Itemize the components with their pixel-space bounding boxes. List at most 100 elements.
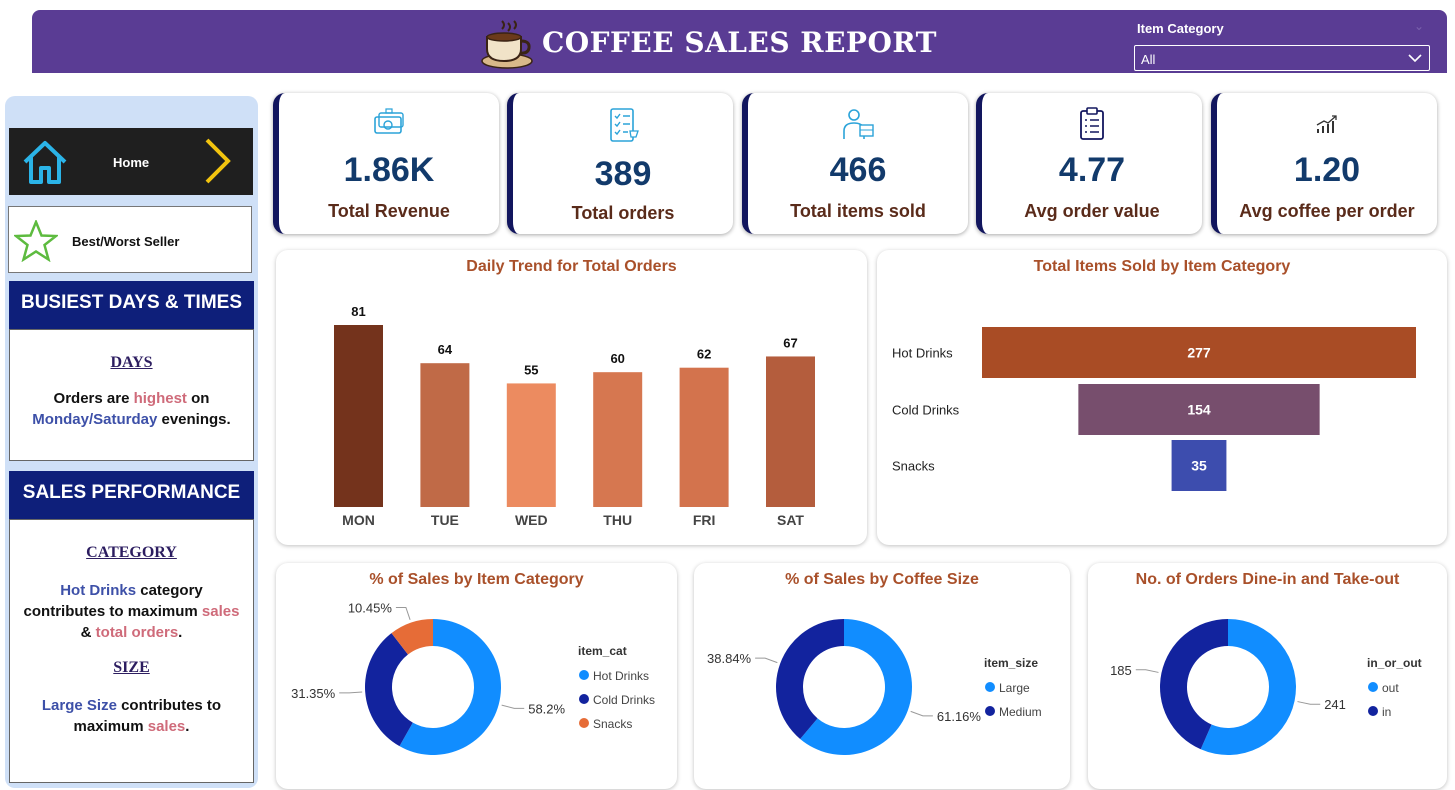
daily-trend-panel: Daily Trend for Total Orders 81 MON 64 TUE 5… xyxy=(276,250,867,545)
legend-swatch xyxy=(579,718,589,728)
delivery-icon xyxy=(843,109,874,139)
size-insight-line-2: maximum sales. xyxy=(73,718,190,735)
bar-thu xyxy=(593,372,643,507)
bar-data-label: 67 xyxy=(783,335,797,350)
legend-item-label[interactable]: Large xyxy=(999,681,1030,695)
bar-data-label: 60 xyxy=(610,351,624,366)
bar-data-label: 81 xyxy=(351,304,365,319)
coffee-cup-icon xyxy=(481,20,533,69)
kpi-label: Avg order value xyxy=(1024,201,1160,221)
leader-line xyxy=(501,704,525,709)
slice-data-label: 10.45% xyxy=(348,600,393,615)
home-icon xyxy=(23,141,67,184)
kpi-total-orders: 389 Total orders xyxy=(507,93,733,234)
bar-data-label: 64 xyxy=(438,342,453,357)
bar-tue xyxy=(420,363,470,507)
category-insight-line-2: contributes to maximum sales xyxy=(23,603,240,620)
sales-by-size-donut: 61.16% 38.84% item_size Large Medium xyxy=(707,619,1042,755)
sales-by-category-donut: 58.2% 31.35% 10.45% item_cat Hot Drinks Cold … xyxy=(291,600,655,755)
x-tick-label: MON xyxy=(342,512,375,528)
bar-data-label: 62 xyxy=(697,347,711,362)
x-tick-label: SAT xyxy=(777,512,804,528)
daily-trend-bar-chart: 81 MON 64 TUE 55 WED 60 THU 62 FRI 67 SAT xyxy=(334,304,815,528)
orders-in-out-donut: 241 185 in_or_outout in xyxy=(1110,619,1422,755)
leader-line xyxy=(755,657,778,664)
kpi-avg-order-value: 4.77 Avg order value xyxy=(976,93,1202,234)
bar-mon xyxy=(334,325,383,507)
legend-swatch xyxy=(985,706,995,716)
legend-swatch xyxy=(579,670,589,680)
legend-item-label[interactable]: Hot Drinks xyxy=(593,669,649,683)
funnel-category-label: Snacks xyxy=(892,459,935,474)
page-title: COFFEE SALES REPORT xyxy=(542,25,937,59)
money-icon xyxy=(374,108,404,134)
bar-data-label: 55 xyxy=(524,362,538,377)
size-insight-line-1: Large Size contributes to xyxy=(41,697,222,714)
report-header: COFFEE SALES REPORT Item Category ⌄ All xyxy=(32,10,1447,73)
kpi-label: Total Revenue xyxy=(328,201,450,221)
legend-item-label[interactable]: Medium xyxy=(999,705,1042,719)
star-icon xyxy=(14,220,58,262)
sales-performance-card: CATEGORY Hot Drinks category contributes… xyxy=(9,519,254,783)
growth-chart-icon xyxy=(1316,115,1337,133)
kpi-value: 1.86K xyxy=(343,151,435,189)
kpi-value: 389 xyxy=(594,155,652,193)
items-by-category-panel: Total Items Sold by Item Category 277 Hot… xyxy=(877,250,1447,545)
donut-slice-medium xyxy=(776,619,844,739)
legend-swatch xyxy=(985,682,995,692)
kpi-value: 1.20 xyxy=(1293,151,1361,189)
slice-data-label: 241 xyxy=(1324,697,1346,712)
slice-data-label: 38.84% xyxy=(707,651,752,666)
slice-data-label: 185 xyxy=(1110,663,1132,678)
x-tick-label: THU xyxy=(603,512,632,528)
kpi-label: Avg coffee per order xyxy=(1239,201,1415,221)
kpi-total-items-sold: 466 Total items sold xyxy=(742,93,968,234)
legend-item-label[interactable]: in xyxy=(1382,705,1391,719)
category-subheading: CATEGORY xyxy=(86,544,177,561)
leader-line xyxy=(1297,701,1321,705)
legend-item-label[interactable]: Cold Drinks xyxy=(593,693,655,707)
busiest-days-card: DAYS Orders are highest on Monday/Saturd… xyxy=(9,329,254,461)
kpi-label: Total items sold xyxy=(790,201,926,221)
legend-title: item_size xyxy=(984,656,1038,670)
funnel-data-label: 154 xyxy=(1187,402,1211,418)
dropdown-selected-value: All xyxy=(1141,52,1156,67)
slice-data-label: 61.16% xyxy=(937,709,982,724)
chevron-down-icon xyxy=(1408,54,1422,63)
legend-swatch xyxy=(579,694,589,704)
x-tick-label: TUE xyxy=(431,512,459,528)
nav-home-button[interactable]: Home xyxy=(9,128,253,195)
item-category-dropdown[interactable]: All xyxy=(1134,45,1430,71)
category-insight-line-1: Hot Drinks category xyxy=(60,582,203,599)
leader-line xyxy=(395,606,411,620)
sales-by-category-panel: % of Sales by Item Category 58.2% 31.35% 1… xyxy=(276,563,677,789)
bar-wed xyxy=(506,383,556,507)
checklist-icon xyxy=(610,108,639,142)
filter-label: Item Category xyxy=(1137,21,1224,36)
funnel-category-label: Hot Drinks xyxy=(892,346,953,361)
legend-item-label[interactable]: out xyxy=(1382,681,1399,695)
sales-performance-heading: SALES PERFORMANCE xyxy=(9,471,254,519)
chevron-right-icon xyxy=(205,138,231,184)
nav-home-label: Home xyxy=(113,155,150,170)
sales-by-size-panel: % of Sales by Coffee Size 61.16% 38.84% it… xyxy=(694,563,1070,789)
nav-best-worst-button[interactable]: Best/Worst Seller xyxy=(8,206,252,273)
kpi-label: Total orders xyxy=(571,203,675,223)
legend-item-label[interactable]: Snacks xyxy=(593,717,632,731)
legend-swatch xyxy=(1368,706,1378,716)
kpi-avg-coffee-per-order: 1.20 Avg coffee per order xyxy=(1211,93,1437,234)
funnel-data-label: 277 xyxy=(1187,345,1211,361)
size-subheading: SIZE xyxy=(113,659,150,676)
funnel-category-label: Cold Drinks xyxy=(892,403,960,418)
funnel-data-label: 35 xyxy=(1191,458,1207,474)
legend-title: in_or_out xyxy=(1367,656,1422,670)
days-insight-line-2: Monday/Saturday evenings. xyxy=(32,411,231,428)
x-tick-label: FRI xyxy=(693,512,716,528)
items-by-category-funnel-chart: 277 Hot Drinks 154 Cold Drinks 35 Snacks xyxy=(892,327,1416,491)
days-subheading: DAYS xyxy=(110,354,153,371)
nav-best-worst-label: Best/Worst Seller xyxy=(72,234,180,249)
bar-fri xyxy=(679,367,729,507)
chevron-down-icon: ⌄ xyxy=(1414,19,1425,33)
bar-sat xyxy=(766,356,815,507)
orders-in-out-panel: No. of Orders Dine-in and Take-out 241 18… xyxy=(1088,563,1447,789)
